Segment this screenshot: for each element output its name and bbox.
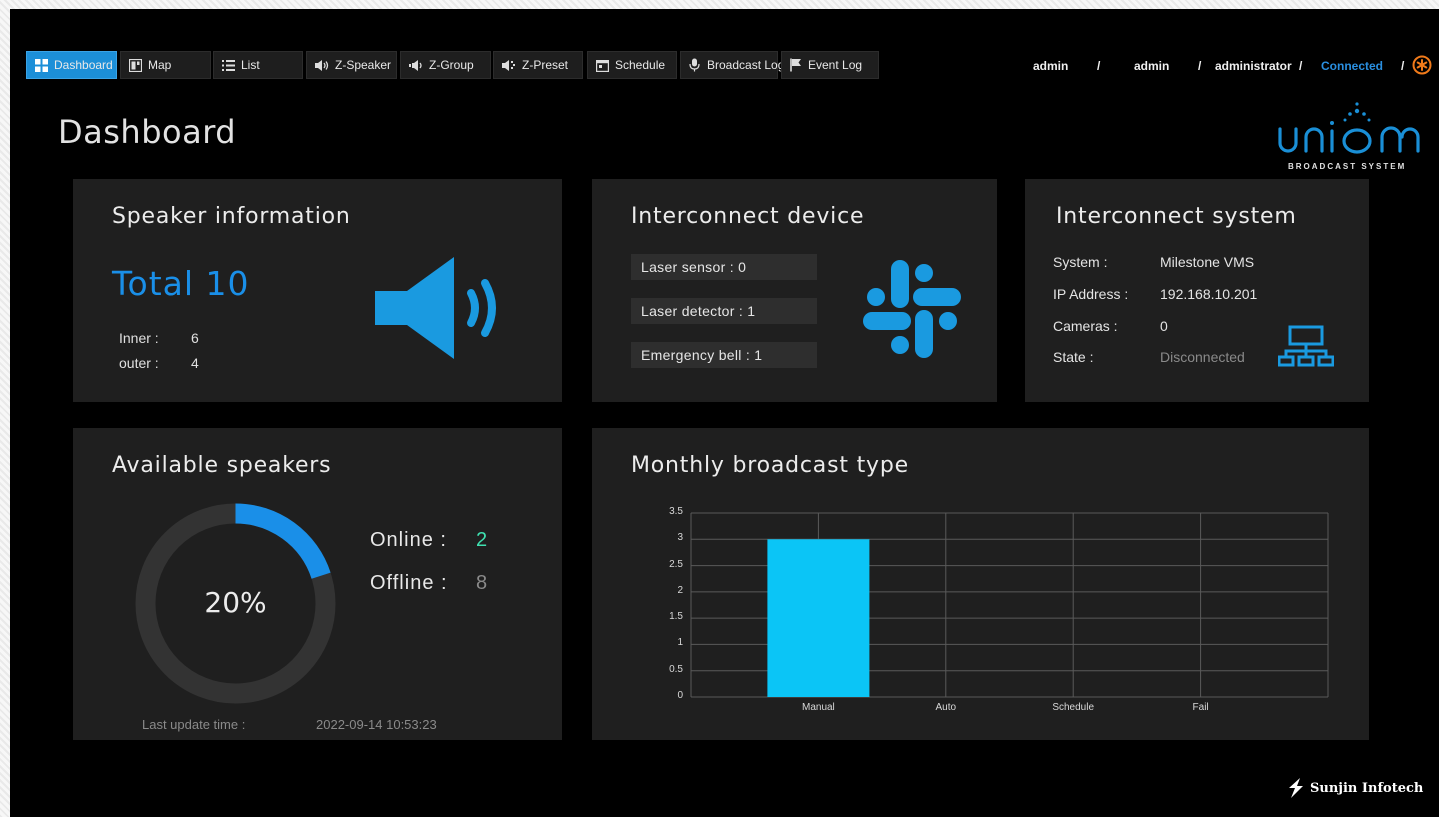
outer-value: 4 [191,355,199,371]
state-label: State : [1053,349,1094,365]
last-update-time: 2022-09-14 10:53:23 [316,717,437,732]
nav-label: Z-Speaker [335,58,392,72]
offline-label: Offline : [370,572,448,594]
nav-event-log[interactable]: Event Log [781,51,879,79]
company-name: Sunjin Infotech [1310,780,1424,796]
bar-manual [767,539,870,697]
interconnect-system-card: Interconnect system System : Milestone V… [1025,179,1369,402]
x-tick-label: Fail [1192,702,1209,713]
monthly-broadcast-card: Monthly broadcast type 0 0.5 1 1.5 2 2.5 3 3.5 M… [592,428,1369,740]
offline-count: 8 [476,572,488,594]
user-id: admin [1033,59,1069,73]
connection-status: Connected [1321,59,1384,73]
hash-connector-icon [863,260,961,358]
card-title: Interconnect system [1056,204,1297,229]
laser-sensor-row: Laser sensor : 0 [631,254,817,280]
nav-dashboard[interactable]: Dashboard [26,51,117,79]
speaker-info-card: Speaker information Total 10 Inner : 6 o… [73,179,562,402]
nav-label: Z-Preset [522,58,569,72]
y-tick-label: 3.5 [669,506,683,517]
y-tick-label: 1.5 [669,611,683,623]
x-tick-label: Schedule [1052,702,1095,713]
separator: / [1198,59,1202,73]
nav-z-group[interactable]: Z-Group [400,51,491,79]
available-speakers-card: Available speakers 20% Online : 2 Offlin… [73,428,562,740]
flag-icon [790,58,802,72]
y-tick-label: 1 [677,637,683,649]
nav-label: Z-Group [429,58,474,72]
online-label: Online : [370,529,447,551]
logo-tagline: BROADCAST SYSTEM [1288,162,1407,171]
separator: / [1097,59,1101,73]
y-tick-label: 3 [677,532,683,544]
map-icon [129,58,142,72]
speaker-volume-icon [375,257,496,359]
nav-label: List [241,58,260,72]
last-update-label: Last update time : [142,717,246,732]
sunjin-logo-icon [1289,778,1303,798]
card-title: Speaker information [112,204,351,229]
nav-list[interactable]: List [213,51,303,79]
nav-schedule[interactable]: Schedule [587,51,677,79]
emergency-bell-row: Emergency bell : 1 [631,342,817,368]
union-logo-mark [1278,102,1420,154]
inner-value: 6 [191,330,199,346]
nav-map[interactable]: Map [120,51,211,79]
card-title: Available speakers [112,453,332,478]
page-title: Dashboard [58,113,237,151]
network-topology-icon [1278,325,1334,367]
nav-label: Map [148,58,172,72]
separator: / [1299,59,1303,73]
online-count: 2 [476,529,488,551]
speaker-group-icon [409,59,423,72]
chart-plot [690,512,1329,698]
microphone-icon [689,58,701,72]
y-tick-label: 0 [677,690,683,701]
user-role: administrator [1215,59,1292,73]
app-window: Dashboard Map List Z-Speaker Z-Group Z-Preset… [10,9,1439,817]
ip-address-label: IP Address : [1053,286,1129,302]
x-tick-label: Manual [801,702,835,713]
list-icon [222,59,235,72]
y-tick-label: 0.5 [669,663,683,675]
y-tick-label: 2 [677,584,683,596]
nav-label: Schedule [615,58,666,72]
interconnect-device-card: Interconnect device Laser sensor : 0 Las… [592,179,997,402]
settings-asterisk-icon[interactable] [1412,55,1432,75]
nav-label: Broadcast Log [707,58,785,72]
preset-icon [502,59,516,72]
inner-label: Inner : [119,330,159,346]
user-name: admin [1134,59,1170,73]
nav-broadcast-log[interactable]: Broadcast Log [680,51,784,79]
x-tick-label: Auto [935,702,957,713]
company-brand: Sunjin Infotech [1285,777,1423,799]
cameras-label: Cameras : [1053,318,1118,334]
nav-label: Event Log [808,58,863,72]
nav-z-speaker[interactable]: Z-Speaker [306,51,397,79]
union-logo: BROADCAST SYSTEM [1274,99,1424,174]
system-label: System : [1053,254,1108,270]
nav-label: Dashboard [54,58,113,72]
donut-online-arc [235,503,331,580]
state-value: Disconnected [1160,349,1245,365]
system-value: Milestone VMS [1160,254,1255,270]
y-tick-label: 2.5 [669,558,683,570]
card-title: Interconnect device [631,204,865,229]
separator: / [1401,59,1405,73]
laser-detector-row: Laser detector : 1 [631,298,817,324]
calendar-icon [596,59,609,72]
dashboard-grid-icon [35,58,48,72]
speaker-total: Total 10 [112,264,250,303]
outer-label: outer : [119,355,159,371]
cameras-value: 0 [1160,318,1168,334]
availability-percent: 20% [204,586,267,619]
nav-z-preset[interactable]: Z-Preset [493,51,583,79]
speaker-icon [315,59,329,72]
monthly-broadcast-chart: 0 0.5 1 1.5 2 2.5 3 3.5 Manual Auto Schedule Fail [592,428,1369,740]
ip-address-value: 192.168.10.201 [1160,286,1258,302]
